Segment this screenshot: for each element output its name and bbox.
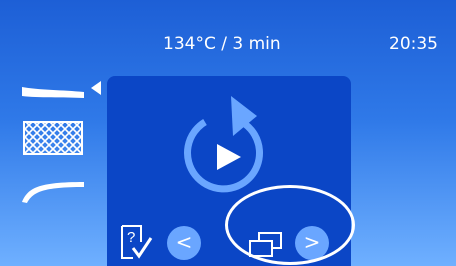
- curved-instrument-icon: [22, 182, 84, 203]
- selection-arrow-icon: [91, 81, 101, 95]
- start-cycle-button[interactable]: [175, 94, 275, 204]
- help-check-button[interactable]: ?: [119, 224, 159, 260]
- sidebar-item-curved-instrument[interactable]: [18, 165, 88, 211]
- help-check-icon: ?: [121, 225, 153, 259]
- prev-button[interactable]: <: [167, 226, 201, 260]
- clock: 20:35: [389, 34, 438, 54]
- straight-instrument-icon: [22, 87, 84, 98]
- sidebar-item-mesh-tray[interactable]: [18, 115, 88, 161]
- program-info: 134°C / 3 min: [163, 34, 281, 54]
- cycle-play-icon: [184, 96, 263, 193]
- svg-text:?: ?: [127, 229, 135, 246]
- prev-label: <: [175, 230, 193, 254]
- mesh-tray-icon: [23, 121, 83, 155]
- highlight-ellipse: [225, 185, 355, 265]
- sidebar-item-straight-instrument[interactable]: [18, 68, 88, 114]
